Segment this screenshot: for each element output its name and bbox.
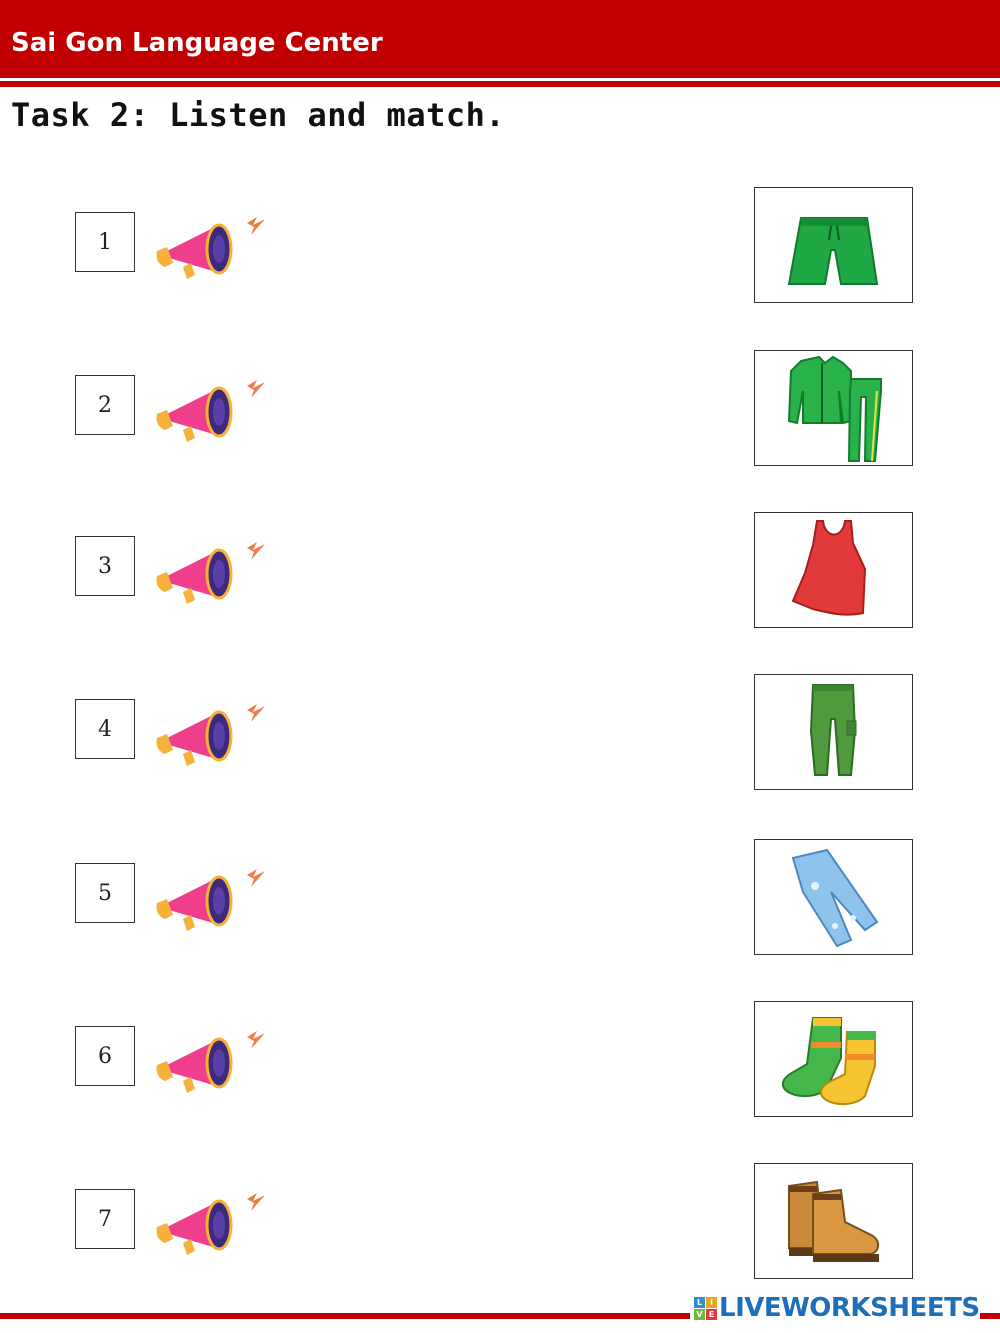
logo-mark-icon: L I V E xyxy=(694,1296,717,1320)
megaphone-icon[interactable] xyxy=(153,694,273,769)
task-title: Task 2: Listen and match. xyxy=(11,96,506,134)
match-row: 1 xyxy=(0,185,1000,305)
item-number-box: 2 xyxy=(75,375,135,435)
striped-socks-picture xyxy=(781,1017,876,1105)
megaphone-icon[interactable] xyxy=(153,1183,273,1258)
match-row: 4 xyxy=(0,672,1000,792)
green-tracksuit-picture xyxy=(787,355,882,462)
picture-card-tracksuit[interactable] xyxy=(754,350,913,466)
item-number-box: 4 xyxy=(75,699,135,759)
item-number-box: 7 xyxy=(75,1189,135,1249)
match-row: 3 xyxy=(0,510,1000,630)
picture-card-boots[interactable] xyxy=(754,1163,913,1279)
picture-card-shorts[interactable] xyxy=(754,187,913,303)
blue-jeans-picture xyxy=(791,848,879,948)
logo-mark-letter: E xyxy=(706,1308,717,1320)
item-number-box: 3 xyxy=(75,536,135,596)
match-row: 5 xyxy=(0,837,1000,957)
megaphone-icon[interactable] xyxy=(153,370,273,445)
logo-mark-letter: V xyxy=(694,1308,705,1320)
header-title: Sai Gon Language Center xyxy=(11,28,383,58)
megaphone-icon[interactable] xyxy=(153,532,273,607)
header-divider xyxy=(0,81,1000,87)
green-cargo-pants-picture xyxy=(809,684,857,776)
megaphone-icon[interactable] xyxy=(153,859,273,934)
logo-mark-letter: I xyxy=(706,1296,717,1308)
logo-text: LIVEWORKSHEETS xyxy=(719,1293,980,1323)
logo-mark-letter: L xyxy=(694,1296,705,1308)
picture-card-socks[interactable] xyxy=(754,1001,913,1117)
megaphone-icon[interactable] xyxy=(153,207,273,282)
red-tank-top-picture xyxy=(791,520,867,616)
picture-card-jeans[interactable] xyxy=(754,839,913,955)
green-shorts-picture xyxy=(787,217,879,285)
match-row: 7 xyxy=(0,1161,1000,1281)
item-number-box: 1 xyxy=(75,212,135,272)
picture-card-cargo-pants[interactable] xyxy=(754,674,913,790)
megaphone-icon[interactable] xyxy=(153,1021,273,1096)
header-bar: Sai Gon Language Center xyxy=(0,0,1000,78)
item-number-box: 5 xyxy=(75,863,135,923)
liveworksheets-logo: L I V E LIVEWORKSHEETS xyxy=(690,1293,980,1323)
item-number-box: 6 xyxy=(75,1026,135,1086)
brown-boots-picture xyxy=(788,1180,879,1262)
match-row: 6 xyxy=(0,999,1000,1119)
match-row: 2 xyxy=(0,348,1000,468)
picture-card-tank-top[interactable] xyxy=(754,512,913,628)
